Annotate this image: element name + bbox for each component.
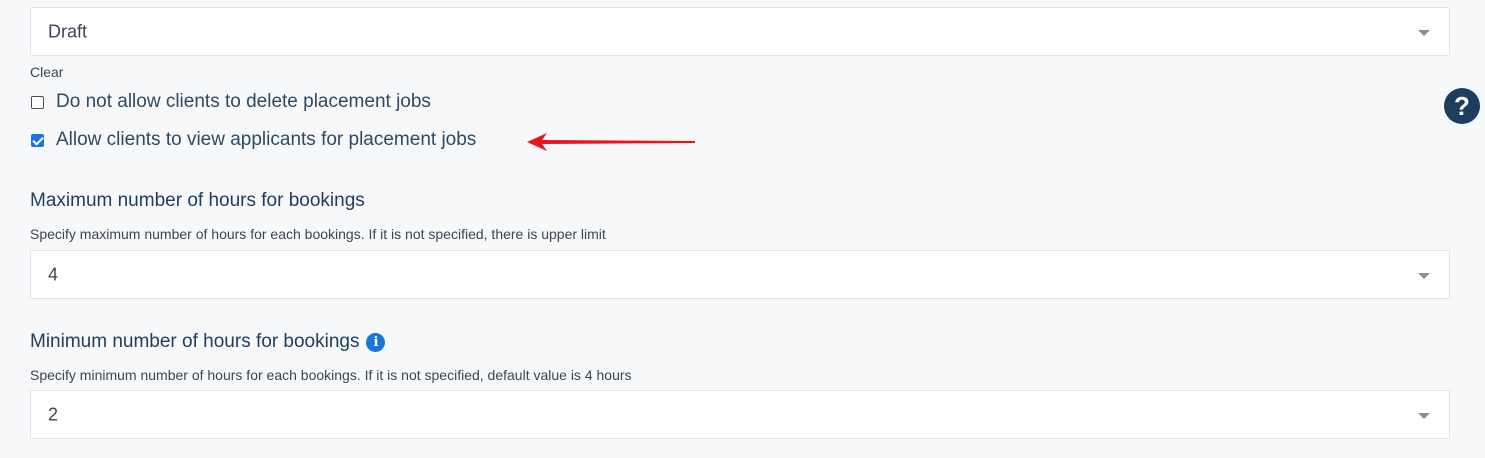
checkbox-row-view-applicants[interactable]: Allow clients to view applicants for pla…	[30, 127, 476, 153]
checkbox-label-delete-jobs: Do not allow clients to delete placement…	[56, 91, 431, 112]
checkbox-label-view-applicants: Allow clients to view applicants for pla…	[56, 129, 477, 150]
min-hours-value: 2	[48, 404, 59, 424]
min-hours-description: Specify minimum number of hours for each…	[30, 367, 632, 383]
clear-link[interactable]: Clear	[30, 64, 63, 80]
chevron-down-icon	[1418, 413, 1430, 419]
status-select[interactable]: Draft	[30, 7, 1450, 56]
chevron-down-icon	[1418, 30, 1430, 36]
max-hours-title: Maximum number of hours for bookings	[30, 190, 365, 212]
min-hours-title: Minimum number of hours for bookings i	[30, 331, 386, 353]
checkbox-view-applicants[interactable]	[31, 133, 44, 147]
max-hours-title-text: Maximum number of hours for bookings	[30, 190, 365, 211]
checkbox-row-delete-jobs[interactable]: Do not allow clients to delete placement…	[30, 89, 431, 115]
status-select-value: Draft	[48, 21, 88, 41]
max-hours-value: 4	[48, 264, 59, 284]
red-arrow-annotation	[527, 133, 695, 151]
info-icon[interactable]: i	[366, 332, 386, 352]
max-hours-description: Specify maximum number of hours for each…	[30, 226, 606, 242]
chevron-down-icon	[1418, 273, 1430, 279]
max-hours-select[interactable]: 4	[30, 250, 1450, 299]
min-hours-select[interactable]: 2	[30, 390, 1450, 439]
question-circle-icon[interactable]: ?	[1444, 88, 1480, 124]
checkbox-delete-jobs[interactable]	[31, 95, 44, 109]
min-hours-title-text: Minimum number of hours for bookings	[30, 331, 360, 352]
